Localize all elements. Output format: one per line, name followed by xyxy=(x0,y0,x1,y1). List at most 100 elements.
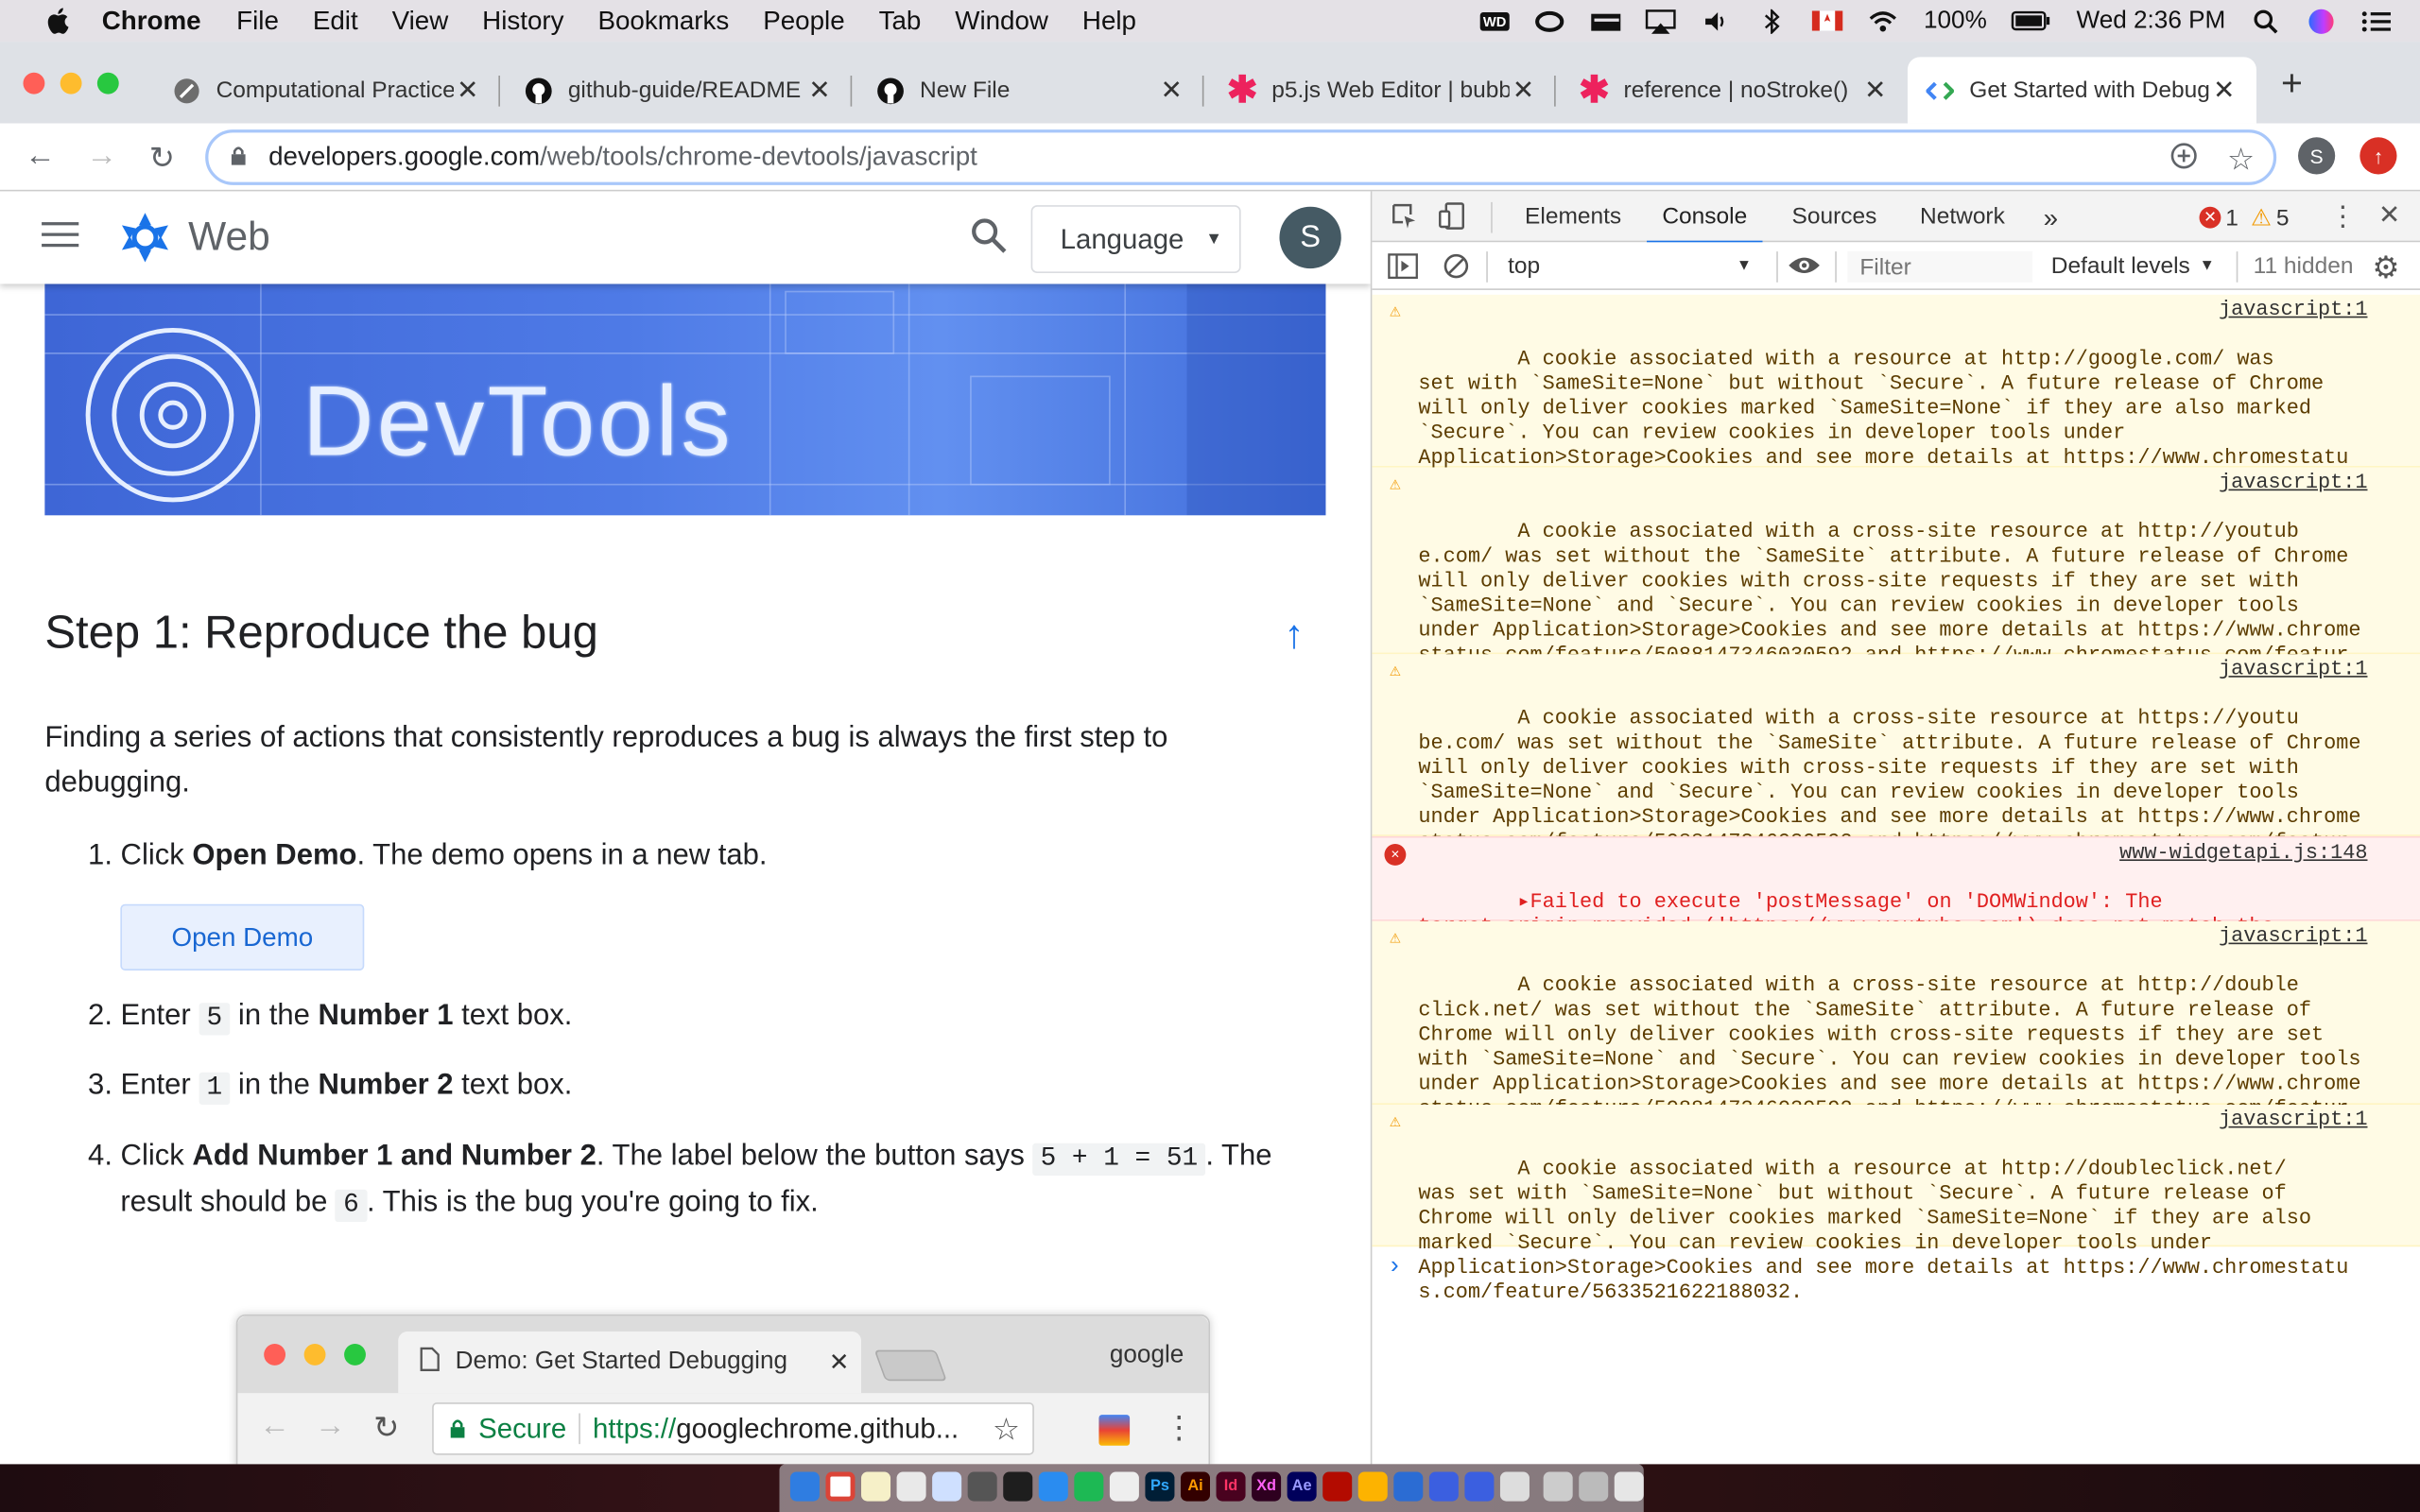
spotify-icon[interactable] xyxy=(1074,1471,1104,1502)
site-brand[interactable]: Web xyxy=(188,213,270,261)
menu-file[interactable]: File xyxy=(236,6,279,37)
tab-p5js-editor[interactable]: ✱ p5.js Web Editor | bubbles ✕ xyxy=(1210,57,1556,123)
calendar-icon[interactable] xyxy=(896,1471,926,1502)
wd-icon[interactable]: WD xyxy=(1479,9,1511,33)
document-icon[interactable] xyxy=(1499,1471,1530,1502)
xd-icon[interactable]: Xd xyxy=(1252,1471,1282,1502)
menu-people[interactable]: People xyxy=(763,6,844,37)
message-source-link[interactable]: javascript:1 xyxy=(2209,299,2368,324)
console-filter-input[interactable] xyxy=(1847,251,2033,283)
apple-icon[interactable] xyxy=(31,6,84,37)
forward-arrow-icon[interactable]: → xyxy=(83,139,120,175)
close-icon[interactable]: ✕ xyxy=(454,75,481,106)
close-icon[interactable]: ✕ xyxy=(805,75,833,106)
tab-sources[interactable]: Sources xyxy=(1792,204,1877,231)
window-close-button[interactable] xyxy=(23,72,45,94)
update-icon[interactable]: ↑ xyxy=(2360,137,2397,175)
console-prompt-chevron-icon[interactable]: › xyxy=(1391,1253,1399,1280)
tab-github-guide[interactable]: github-guide/README ✕ xyxy=(507,57,853,123)
app-store-icon[interactable] xyxy=(1038,1471,1068,1502)
close-icon[interactable]: ✕ xyxy=(1157,75,1184,106)
indesign-icon[interactable]: Id xyxy=(1216,1471,1246,1502)
tab-new-file[interactable]: New File ✕ xyxy=(858,57,1204,123)
close-icon[interactable]: ✕ xyxy=(1510,75,1537,106)
search-icon[interactable] xyxy=(969,216,1009,256)
infinity-icon[interactable] xyxy=(1393,1471,1424,1502)
language-select[interactable]: Language ▼ xyxy=(1030,205,1241,273)
bookmark-star-icon[interactable]: ☆ xyxy=(2227,141,2255,180)
web-logo-icon[interactable] xyxy=(117,210,173,266)
menu-tab[interactable]: Tab xyxy=(879,6,922,37)
console-warning-message[interactable]: ⚠ A cookie associated with a cross-site … xyxy=(1372,920,2420,1146)
finder-icon[interactable] xyxy=(789,1471,820,1502)
tab-p5js-reference[interactable]: ✱ reference | noStroke() ✕ xyxy=(1562,57,1908,123)
terminal-icon[interactable] xyxy=(1003,1471,1033,1502)
airplay-icon[interactable] xyxy=(1646,9,1677,34)
close-devtools-icon[interactable]: ✕ xyxy=(2378,200,2400,232)
folder-stack-icon[interactable] xyxy=(1579,1471,1609,1502)
photoshop-icon[interactable]: Ps xyxy=(1145,1471,1175,1502)
inspect-element-icon[interactable] xyxy=(1391,202,1418,236)
menubar-clock[interactable]: Wed 2:36 PM xyxy=(2077,7,2226,34)
log-levels-select[interactable]: Default levels ▼ xyxy=(2051,253,2215,280)
message-source-link[interactable]: www-widgetapi.js:148 xyxy=(2110,842,2368,868)
menu-bookmarks[interactable]: Bookmarks xyxy=(597,6,729,37)
close-icon[interactable]: ✕ xyxy=(2210,75,2238,106)
window-zoom-button[interactable] xyxy=(96,72,119,94)
new-tab-plus-icon[interactable]: + xyxy=(2281,63,2303,107)
menu-edit[interactable]: Edit xyxy=(313,6,358,37)
tab-get-started-debugging[interactable]: Get Started with Debugging ✕ xyxy=(1907,57,2256,124)
console-settings-gear-icon[interactable]: ⚙ xyxy=(2372,249,2399,287)
tab-network[interactable]: Network xyxy=(1920,204,2005,231)
illustrator-icon[interactable]: Ai xyxy=(1180,1471,1210,1502)
menu-help[interactable]: Help xyxy=(1082,6,1136,37)
menu-view[interactable]: View xyxy=(392,6,449,37)
add-plus-circle-icon[interactable] xyxy=(2169,141,2200,180)
creative-cloud-icon[interactable] xyxy=(1535,9,1566,33)
battery-icon[interactable] xyxy=(2012,9,2051,33)
volume-icon[interactable] xyxy=(1702,9,1733,33)
sidebar-toggle-icon[interactable] xyxy=(1388,253,1419,285)
hamburger-menu-icon[interactable] xyxy=(42,222,79,249)
device-toolbar-icon[interactable] xyxy=(1439,202,1470,236)
console-error-message[interactable]: ✕ ▸Failed to execute 'postMessage' on 'D… xyxy=(1372,835,2420,964)
upwork-icon[interactable] xyxy=(1428,1471,1459,1502)
message-source-link[interactable]: javascript:1 xyxy=(2209,472,2368,497)
trash-icon[interactable] xyxy=(1614,1471,1644,1502)
sketch-icon[interactable] xyxy=(1357,1471,1388,1502)
sketch-app-icon[interactable] xyxy=(1109,1471,1139,1502)
menu-history[interactable]: History xyxy=(482,6,563,37)
preview-icon[interactable] xyxy=(932,1471,962,1502)
tab-console[interactable]: Console xyxy=(1647,204,1763,244)
after-effects-icon[interactable]: Ae xyxy=(1287,1471,1317,1502)
close-icon[interactable]: ✕ xyxy=(1861,75,1889,106)
bluetooth-icon[interactable] xyxy=(1757,8,1789,34)
message-source-link[interactable]: javascript:1 xyxy=(2209,659,2368,684)
error-count-badge[interactable]: ✕ 1 ⚠ 5 xyxy=(2199,204,2289,232)
message-source-link[interactable]: javascript:1 xyxy=(2209,1108,2368,1134)
spotlight-icon[interactable] xyxy=(2250,9,2281,33)
back-arrow-icon[interactable]: ← xyxy=(22,139,59,175)
menubar-app-name[interactable]: Chrome xyxy=(102,6,201,37)
kebab-menu-icon[interactable]: ⋮ xyxy=(2329,200,2357,232)
tab-elements[interactable]: Elements xyxy=(1525,204,1621,231)
reload-icon[interactable]: ↻ xyxy=(144,139,181,178)
menu-window[interactable]: Window xyxy=(955,6,1048,37)
profile-avatar[interactable]: S xyxy=(2298,137,2336,175)
console-warning-message[interactable]: ⚠ A cookie associated with a resource at… xyxy=(1372,294,2420,495)
upwork-alt-icon[interactable] xyxy=(1464,1471,1495,1502)
menu-list-icon[interactable] xyxy=(2361,9,2393,33)
site-avatar[interactable]: S xyxy=(1279,206,1341,269)
message-source-link[interactable]: javascript:1 xyxy=(2209,925,2368,951)
window-minimize-button[interactable] xyxy=(60,72,82,94)
canada-flag-icon[interactable] xyxy=(1812,9,1844,33)
address-bar[interactable]: developers.google.com/web/tools/chrome-d… xyxy=(205,129,2277,185)
drive-icon[interactable] xyxy=(1590,9,1621,33)
clear-console-icon[interactable] xyxy=(1443,253,1470,285)
console-warning-message[interactable]: ⚠ A cookie associated with a resource at… xyxy=(1372,1104,2420,1305)
context-select[interactable]: top ▼ xyxy=(1495,249,1758,283)
notes-icon[interactable] xyxy=(861,1471,891,1502)
wifi-icon[interactable] xyxy=(1868,9,1899,33)
more-tabs-chevron-icon[interactable]: » xyxy=(2044,204,2058,235)
lock-icon[interactable] xyxy=(230,145,247,169)
